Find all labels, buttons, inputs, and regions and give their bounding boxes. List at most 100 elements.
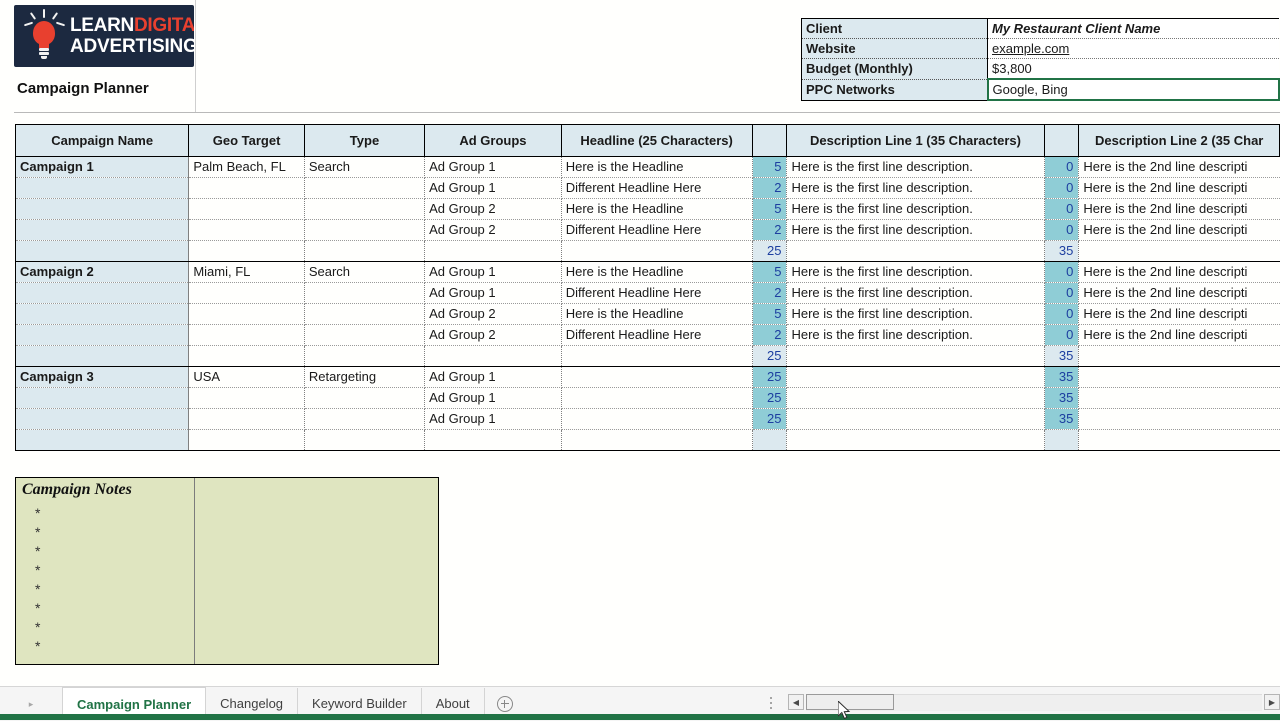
cell-description-2[interactable]: [1078, 387, 1280, 409]
scroll-right-button[interactable]: ▶: [1264, 694, 1280, 710]
cell-description-2[interactable]: Here is the 2nd line descripti: [1078, 219, 1280, 241]
cell-description-1-count[interactable]: 35: [1043, 387, 1080, 409]
cell-headline-count[interactable]: 5: [751, 198, 788, 220]
cell-headline[interactable]: Here is the Headline: [560, 198, 753, 220]
client-info-value[interactable]: $3,800: [987, 58, 1279, 80]
horizontal-scrollbar[interactable]: ◀ ▶: [788, 694, 1280, 712]
table-row[interactable]: Ad Group 1 25 35: [14, 408, 1280, 430]
cell-campaign-name[interactable]: Campaign 2: [14, 261, 190, 283]
table-row[interactable]: Ad Group 2 Different Headline Here 2 Here i…: [14, 324, 1280, 346]
website-link[interactable]: example.com: [992, 41, 1069, 56]
cell-geo-target[interactable]: [188, 177, 305, 199]
cell-headline-count[interactable]: 5: [751, 303, 788, 325]
cell-ad-group[interactable]: Ad Group 1: [424, 282, 562, 304]
client-info-label[interactable]: PPC Networks: [800, 78, 989, 101]
cell-description-2[interactable]: Here is the 2nd line descripti: [1078, 177, 1280, 199]
cell-campaign-name[interactable]: [14, 219, 190, 241]
cell-type[interactable]: [303, 324, 426, 346]
table-row[interactable]: Ad Group 1 25 35: [14, 387, 1280, 409]
cell-headline-count[interactable]: 25: [751, 366, 788, 388]
cell-description-1[interactable]: Here is the first line description.: [786, 198, 1045, 220]
cell-geo-target[interactable]: Miami, FL: [188, 261, 305, 283]
scroll-left-button[interactable]: ◀: [788, 694, 804, 710]
cell-headline-count[interactable]: 2: [751, 219, 788, 241]
cell-headline[interactable]: [560, 408, 753, 430]
cell-description-1[interactable]: Here is the first line description.: [786, 324, 1045, 346]
cell-description-1[interactable]: [786, 366, 1045, 388]
client-info-label[interactable]: Client: [800, 18, 989, 39]
cell-campaign-name[interactable]: Campaign 1: [14, 156, 190, 178]
cell-description-1-count[interactable]: 0: [1043, 198, 1080, 220]
table-row[interactable]: Campaign 1 Palm Beach, FL Search Ad Group 1…: [14, 156, 1280, 178]
client-info-label[interactable]: Budget (Monthly): [800, 58, 989, 80]
header-campaign-name[interactable]: Campaign Name: [14, 124, 190, 157]
table-row[interactable]: Ad Group 1 Different Headline Here 2 Here i…: [14, 177, 1280, 199]
cell-description-2[interactable]: Here is the 2nd line descripti: [1078, 303, 1280, 325]
cell-ad-group[interactable]: Ad Group 1: [424, 261, 562, 283]
cell-campaign-name[interactable]: [14, 324, 190, 346]
header-description-2[interactable]: Description Line 2 (35 Char: [1078, 124, 1280, 157]
cell-campaign-name[interactable]: [14, 177, 190, 199]
cell-headline[interactable]: Here is the Headline: [560, 261, 753, 283]
cell-description-2[interactable]: Here is the 2nd line descripti: [1078, 282, 1280, 304]
cell-geo-target[interactable]: [188, 282, 305, 304]
cell-type[interactable]: [303, 282, 426, 304]
cell-geo-target[interactable]: Palm Beach, FL: [188, 156, 305, 178]
cell-geo-target[interactable]: [188, 198, 305, 220]
cell-description-2[interactable]: Here is the 2nd line descripti: [1078, 324, 1280, 346]
cell-description-1-count[interactable]: 0: [1043, 324, 1080, 346]
cell-description-1[interactable]: Here is the first line description.: [786, 261, 1045, 283]
cell-ad-group[interactable]: Ad Group 1: [424, 177, 562, 199]
client-info-value[interactable]: Google, Bing: [986, 78, 1280, 101]
cell-description-1[interactable]: Here is the first line description.: [786, 282, 1045, 304]
cell-headline-count[interactable]: 2: [751, 324, 788, 346]
cell-type[interactable]: [303, 303, 426, 325]
campaign-grid[interactable]: Campaign Name Geo Target Type Ad Groups …: [14, 124, 1280, 451]
cell-description-2[interactable]: Here is the 2nd line descripti: [1078, 261, 1280, 283]
header-headline[interactable]: Headline (25 Characters): [560, 124, 753, 157]
client-info-value[interactable]: example.com: [987, 38, 1279, 59]
tab-split-handle[interactable]: [770, 697, 773, 711]
campaign-notes-right-cell[interactable]: [195, 478, 438, 664]
cell-type[interactable]: [303, 408, 426, 430]
cell-headline[interactable]: Different Headline Here: [560, 282, 753, 304]
header-type[interactable]: Type: [303, 124, 426, 157]
cell-description-1-count[interactable]: 0: [1043, 303, 1080, 325]
table-row[interactable]: Ad Group 2 Here is the Headline 5 Here is t…: [14, 198, 1280, 220]
header-headline-count[interactable]: [751, 124, 788, 157]
cell-ad-group[interactable]: Ad Group 2: [424, 219, 562, 241]
header-description-1[interactable]: Description Line 1 (35 Characters): [786, 124, 1045, 157]
cell-description-1[interactable]: [786, 408, 1045, 430]
cell-campaign-name[interactable]: [14, 408, 190, 430]
cell-campaign-name[interactable]: [14, 303, 190, 325]
cell-geo-target[interactable]: [188, 303, 305, 325]
cell-type[interactable]: [303, 219, 426, 241]
cell-description-1[interactable]: Here is the first line description.: [786, 219, 1045, 241]
cell-geo-target[interactable]: [188, 324, 305, 346]
cell-headline[interactable]: [560, 366, 753, 388]
table-row[interactable]: Ad Group 2 Here is the Headline 5 Here is t…: [14, 303, 1280, 325]
campaign-notes-panel[interactable]: Campaign Notes * * * * * * * *: [15, 477, 439, 665]
cell-ad-group[interactable]: Ad Group 1: [424, 366, 562, 388]
cell-headline-count[interactable]: 5: [751, 261, 788, 283]
cell-headline[interactable]: [560, 387, 753, 409]
table-row[interactable]: Campaign 2 Miami, FL Search Ad Group 1 Here …: [14, 261, 1280, 283]
cell-description-1-count[interactable]: 0: [1043, 177, 1080, 199]
cell-ad-group[interactable]: Ad Group 2: [424, 324, 562, 346]
cell-description-1-count[interactable]: 0: [1043, 219, 1080, 241]
cell-geo-target[interactable]: [188, 408, 305, 430]
cell-description-1-count[interactable]: 0: [1043, 156, 1080, 178]
header-ad-groups[interactable]: Ad Groups: [424, 124, 562, 157]
client-info-value[interactable]: My Restaurant Client Name: [987, 18, 1279, 39]
cell-description-1-count[interactable]: 0: [1043, 261, 1080, 283]
cell-type[interactable]: [303, 387, 426, 409]
cell-description-1-count[interactable]: 35: [1043, 408, 1080, 430]
table-row[interactable]: Ad Group 1 Different Headline Here 2 Here i…: [14, 282, 1280, 304]
cell-campaign-name[interactable]: [14, 387, 190, 409]
header-geo-target[interactable]: Geo Target: [188, 124, 305, 157]
table-row[interactable]: Campaign 3 USA Retargeting Ad Group 1 25 35: [14, 366, 1280, 388]
table-row[interactable]: Ad Group 2 Different Headline Here 2 Here i…: [14, 219, 1280, 241]
cell-headline[interactable]: Here is the Headline: [560, 156, 753, 178]
cell-description-1[interactable]: Here is the first line description.: [786, 156, 1045, 178]
cell-description-1[interactable]: Here is the first line description.: [786, 177, 1045, 199]
